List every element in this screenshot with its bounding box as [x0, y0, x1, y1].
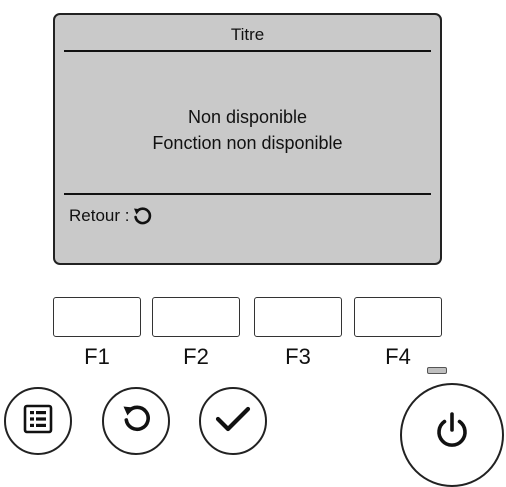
power-icon	[434, 411, 470, 454]
select-button[interactable]	[199, 387, 267, 455]
f2-button[interactable]	[152, 297, 240, 337]
screen-footer: Retour :	[69, 205, 153, 227]
return-button[interactable]	[102, 387, 170, 455]
screen-title: Titre	[230, 25, 265, 44]
message-line-2: Fonction non disponible	[152, 133, 343, 153]
operation-led	[427, 367, 447, 374]
f2-label: F2	[183, 344, 209, 369]
f4-button[interactable]	[354, 297, 442, 337]
return-icon	[131, 205, 153, 227]
f3-label: F3	[285, 344, 311, 369]
footer-divider	[64, 193, 431, 195]
f1-button[interactable]	[53, 297, 141, 337]
checkmark-icon	[214, 404, 252, 439]
menu-button[interactable]	[4, 387, 72, 455]
lcd-screen: Titre Non disponible Fonction non dispon…	[53, 13, 442, 265]
footer-label: Retour :	[69, 206, 130, 225]
power-button[interactable]	[400, 383, 504, 487]
f1-label: F1	[84, 344, 110, 369]
title-divider	[64, 50, 431, 52]
message-line-1: Non disponible	[187, 107, 308, 127]
menu-icon	[23, 404, 53, 439]
f3-button[interactable]	[254, 297, 342, 337]
return-icon	[119, 402, 153, 441]
